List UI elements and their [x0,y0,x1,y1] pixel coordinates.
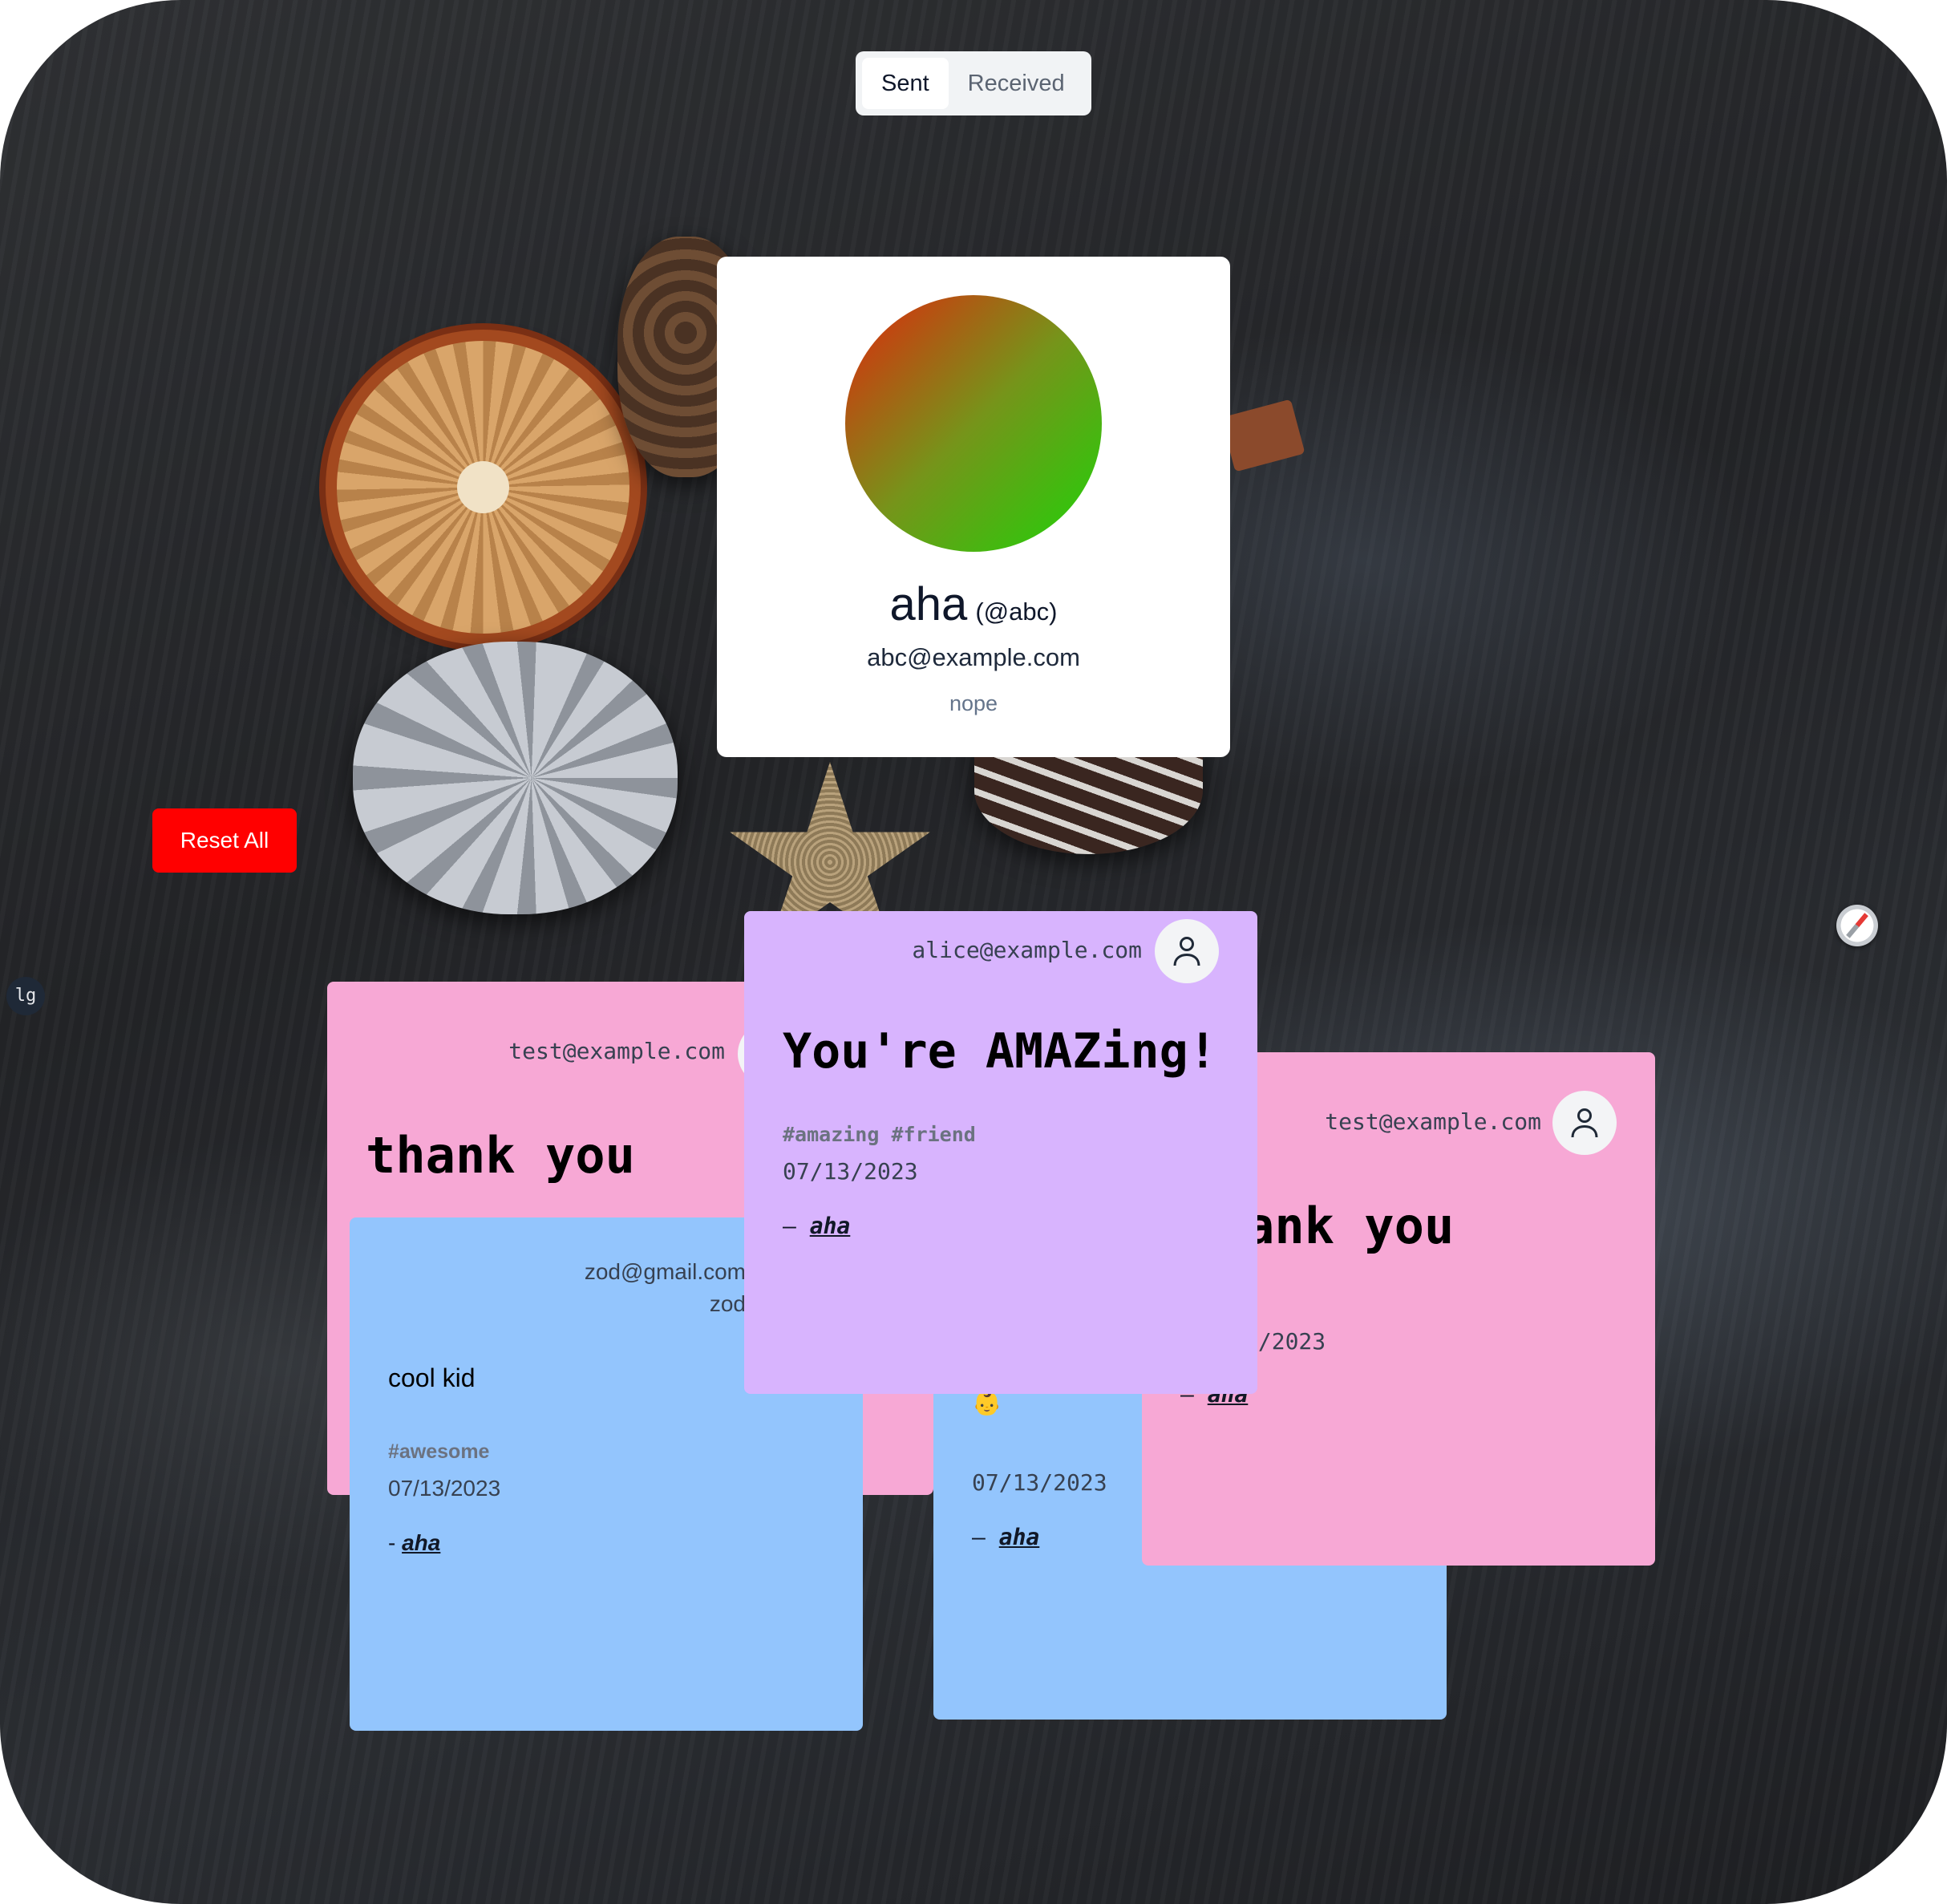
tab-received[interactable]: Received [949,58,1084,109]
note-sender: alice@example.com [912,937,1142,963]
avatar [845,295,1102,552]
note-message: You're AMAZing! [783,1023,1217,1080]
white-pinecone-decoration [353,642,678,914]
author-link[interactable]: aha [402,1530,440,1555]
note-author-dash: - [388,1530,396,1555]
note-author: - aha [388,1530,440,1556]
note-date: 07/13/2023 [783,1158,918,1185]
user-icon[interactable] [1552,1091,1617,1155]
cinnamon-decoration [1220,399,1305,472]
breakpoint-badge: lg [6,977,45,1015]
profile-bio: nope [949,691,998,715]
note-author: – aha [972,1524,1039,1550]
tab-sent[interactable]: Sent [862,58,949,109]
note-message: cool kid [388,1363,476,1392]
note-tags: #awesome [388,1440,490,1463]
profile-handle: (@abc) [975,598,1058,626]
sent-received-toggle: Sent Received [856,51,1091,115]
note-tags: #amazing #friend [783,1123,976,1146]
user-icon[interactable] [1155,919,1219,983]
note-sender: test@example.com [1325,1108,1541,1135]
profile-name: aha [889,578,968,630]
note-sender: zod@gmail.com [584,1259,746,1284]
note-sender: test@example.com [508,1038,725,1064]
note-card[interactable]: alice@example.com You're AMAZing! #amazi… [744,911,1257,1394]
note-author-dash: – [972,1524,986,1550]
profile-name-line: aha (@abc) [717,577,1230,631]
author-link[interactable]: aha [999,1524,1040,1550]
compass-icon[interactable] [1836,905,1878,946]
note-message: thank you [366,1126,635,1185]
note-message: ank you [1245,1197,1455,1255]
note-author-dash: – [783,1213,796,1239]
author-link[interactable]: aha [810,1213,851,1239]
profile-email: abc@example.com [867,643,1080,671]
profile-card: aha (@abc) abc@example.com nope [717,257,1230,757]
dried-orange-decoration [337,341,629,634]
note-author: – aha [783,1213,850,1239]
note-date: 07/13/2023 [972,1469,1107,1496]
app-canvas: Sent Received aha (@abc) abc@example.com … [0,0,1947,1904]
reset-all-button[interactable]: Reset All [152,808,297,873]
note-date: 07/13/2023 [388,1476,501,1501]
note-sender-name: zod [709,1291,746,1316]
